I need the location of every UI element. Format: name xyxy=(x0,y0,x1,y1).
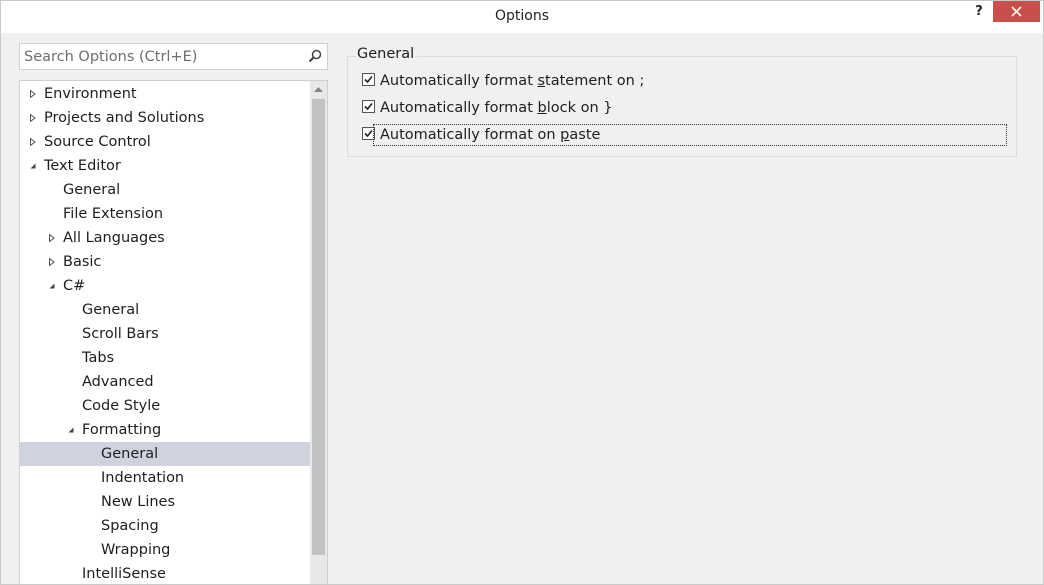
option-label-prefix: Automatically format xyxy=(380,100,538,116)
tree-item[interactable]: General xyxy=(20,298,310,322)
tree-item[interactable]: C# xyxy=(20,274,310,298)
search-icon[interactable] xyxy=(308,49,322,63)
expand-arrow-icon[interactable] xyxy=(29,138,37,146)
tree-item[interactable]: All Languages xyxy=(20,226,310,250)
tree-item-label: General xyxy=(101,446,159,462)
scroll-up-icon xyxy=(314,87,323,92)
tree-item-label: Advanced xyxy=(82,374,154,390)
tree-item[interactable]: Indentation xyxy=(20,466,310,490)
expand-arrow-icon[interactable] xyxy=(29,90,37,98)
option-accelerator: p xyxy=(560,127,570,143)
tree-item-label: Environment xyxy=(44,86,137,102)
tree-item[interactable]: Tabs xyxy=(20,346,310,370)
search-options-input[interactable]: Search Options (Ctrl+E) xyxy=(19,43,328,70)
checkbox[interactable] xyxy=(362,127,375,140)
tree-item-label: Code Style xyxy=(82,398,161,414)
expand-arrow-icon[interactable] xyxy=(48,234,56,242)
tree-scrollbar[interactable] xyxy=(310,81,327,584)
tree-item-label: All Languages xyxy=(63,230,165,246)
checkmark-icon xyxy=(364,129,373,138)
tree-item[interactable]: Wrapping xyxy=(20,538,310,562)
tree-item-label: General xyxy=(82,302,140,318)
window-title: Options xyxy=(494,8,550,24)
options-tree: Environment Projects and Solutions Source … xyxy=(19,80,328,584)
scroll-up-button[interactable] xyxy=(310,81,327,98)
expand-arrow-icon[interactable] xyxy=(29,114,37,122)
tree-item[interactable]: Projects and Solutions xyxy=(20,106,310,130)
option-label: Automatically format on paste xyxy=(373,124,1007,146)
options-dialog: Options ? Search Options (Ctrl+E) Enviro… xyxy=(0,0,1044,585)
tree-item[interactable]: New Lines xyxy=(20,490,310,514)
tree-item-label: Wrapping xyxy=(101,542,171,558)
tree-item[interactable]: Spacing xyxy=(20,514,310,538)
collapse-arrow-icon[interactable] xyxy=(67,426,75,434)
tree-item-label: Text Editor xyxy=(44,158,121,174)
tree-item-label: Spacing xyxy=(101,518,159,534)
tree-item[interactable]: Text Editor xyxy=(20,154,310,178)
tree-item[interactable]: IntelliSense xyxy=(20,562,310,584)
expand-arrow-icon[interactable] xyxy=(48,258,56,266)
option-accelerator: b xyxy=(537,100,547,116)
option-label: Automatically format block on } xyxy=(380,98,612,118)
tree-item-label: Indentation xyxy=(101,470,185,486)
checkbox[interactable] xyxy=(362,100,375,113)
tree-item-label: Basic xyxy=(63,254,102,270)
tree-item[interactable]: Environment xyxy=(20,82,310,106)
option-label-suffix: tatement on ; xyxy=(545,73,645,89)
option-accelerator: s xyxy=(537,73,546,89)
tree-item[interactable]: General xyxy=(20,178,310,202)
option-label-suffix: lock on } xyxy=(546,100,613,116)
close-button[interactable] xyxy=(993,1,1040,22)
tree-item[interactable]: Code Style xyxy=(20,394,310,418)
tree-item[interactable]: Advanced xyxy=(20,370,310,394)
close-icon xyxy=(1011,6,1022,17)
title-bar: Options ? xyxy=(1,1,1043,33)
option-label-suffix: aste xyxy=(569,127,601,143)
tree-item[interactable]: Scroll Bars xyxy=(20,322,310,346)
option-label: Automatically format statement on ; xyxy=(380,71,644,91)
checkbox[interactable] xyxy=(362,73,375,86)
tree-item-label: C# xyxy=(63,278,86,294)
search-placeholder: Search Options (Ctrl+E) xyxy=(24,49,198,65)
tree-item-label: Scroll Bars xyxy=(82,326,159,342)
option-label-prefix: Automatically format on xyxy=(380,127,561,143)
checkmark-icon xyxy=(364,75,373,84)
tree-item-label: Formatting xyxy=(82,422,162,438)
tree-item-label: File Extension xyxy=(63,206,164,222)
tree-item-label: Projects and Solutions xyxy=(44,110,205,126)
collapse-arrow-icon[interactable] xyxy=(48,282,56,290)
tree-item-label: IntelliSense xyxy=(82,566,166,582)
scroll-thumb[interactable] xyxy=(312,99,325,555)
tree-item-label: General xyxy=(63,182,121,198)
tree-item-label: New Lines xyxy=(101,494,176,510)
collapse-arrow-icon[interactable] xyxy=(29,162,37,170)
tree-item[interactable]: File Extension xyxy=(20,202,310,226)
tree-item[interactable]: General xyxy=(20,442,310,466)
tree-item[interactable]: Formatting xyxy=(20,418,310,442)
tree-item-label: Source Control xyxy=(44,134,151,150)
checkmark-icon xyxy=(364,102,373,111)
option-label-prefix: Automatically format xyxy=(380,73,538,89)
help-button[interactable]: ? xyxy=(970,4,988,24)
group-title: General xyxy=(356,46,418,62)
tree-item-label: Tabs xyxy=(82,350,115,366)
tree-item[interactable]: Basic xyxy=(20,250,310,274)
tree-item[interactable]: Source Control xyxy=(20,130,310,154)
